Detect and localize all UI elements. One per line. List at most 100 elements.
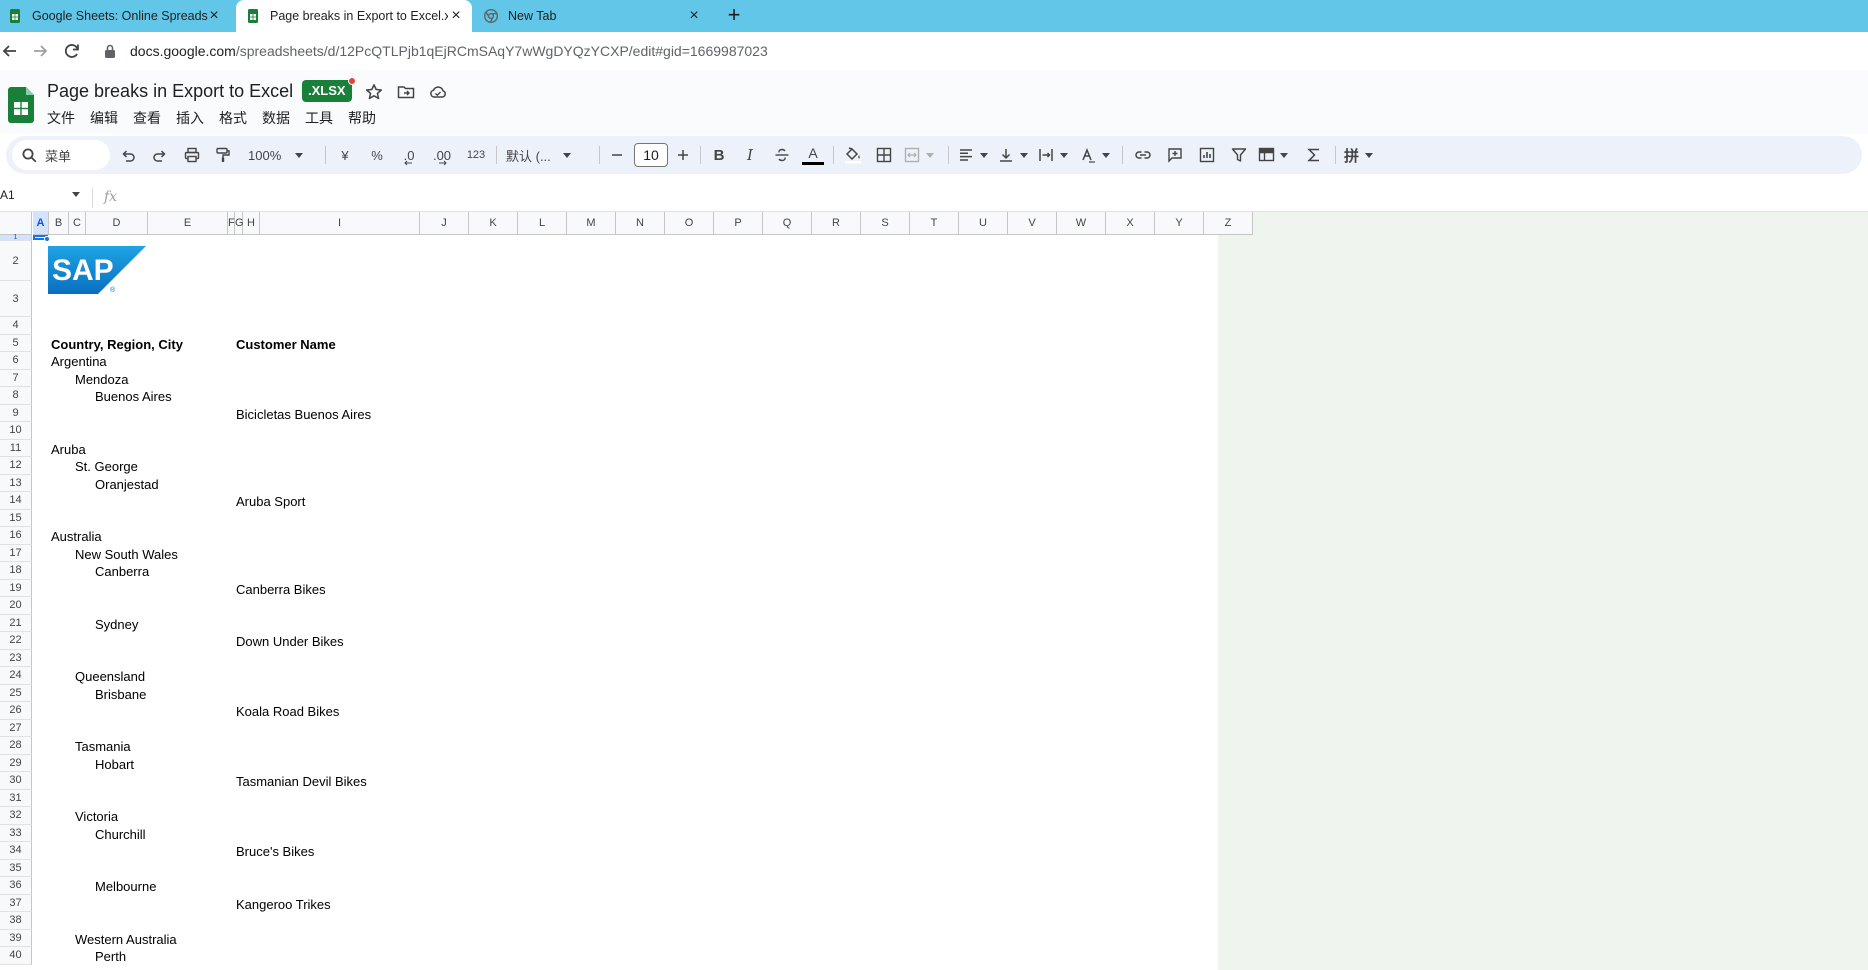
row-header-23[interactable]: 23 xyxy=(0,649,32,667)
row-header-2[interactable]: 2 xyxy=(0,241,32,281)
forward-icon[interactable] xyxy=(30,41,50,61)
currency-button[interactable]: ¥ xyxy=(336,144,354,166)
redo-button[interactable] xyxy=(150,144,170,166)
customer-name-cell[interactable]: Tasmanian Devil Bikes xyxy=(236,774,367,789)
row-header-36[interactable]: 36 xyxy=(0,877,32,895)
row-header-6[interactable]: 6 xyxy=(0,352,32,370)
filter-views-button[interactable] xyxy=(1258,144,1292,166)
spreadsheet-grid[interactable]: ABCDEFGHIJKLMNOPQRSTUVWXYZ 1 2 3 4 5 6 7 8 9 10 11… xyxy=(0,212,1868,970)
header-customer-name[interactable]: Customer Name xyxy=(236,337,336,352)
column-header-g[interactable]: G xyxy=(235,212,244,235)
row-header-8[interactable]: 8 xyxy=(0,387,32,405)
menu-format[interactable]: 格式 xyxy=(219,108,247,128)
menu-tools[interactable]: 工具 xyxy=(305,108,333,128)
column-header-o[interactable]: O xyxy=(665,212,714,235)
undo-button[interactable] xyxy=(118,144,138,166)
column-header-f[interactable]: F xyxy=(228,212,235,235)
country-cell[interactable]: Aruba xyxy=(51,442,86,457)
column-header-a[interactable]: A xyxy=(33,212,49,235)
column-header-d[interactable]: D xyxy=(86,212,148,235)
text-rotation-button[interactable] xyxy=(1080,144,1112,166)
select-all-corner[interactable] xyxy=(0,212,32,235)
city-cell[interactable]: Perth xyxy=(95,949,126,964)
row-header-24[interactable]: 24 xyxy=(0,667,32,685)
site-info-icon[interactable] xyxy=(104,44,116,58)
row-header-33[interactable]: 33 xyxy=(0,824,32,842)
city-cell[interactable]: Sydney xyxy=(95,617,138,632)
row-header-37[interactable]: 37 xyxy=(0,894,32,912)
row-header-14[interactable]: 14 xyxy=(0,492,32,510)
font-size-decrease-button[interactable] xyxy=(608,144,626,166)
name-box[interactable]: A1 xyxy=(0,188,80,202)
region-cell[interactable]: New South Wales xyxy=(75,547,178,562)
column-header-l[interactable]: L xyxy=(518,212,567,235)
column-header-e[interactable]: E xyxy=(148,212,228,235)
row-header-18[interactable]: 18 xyxy=(0,562,32,580)
formula-input[interactable] xyxy=(130,187,1830,209)
cloud-status-icon[interactable] xyxy=(429,83,447,101)
row-header-21[interactable]: 21 xyxy=(0,614,32,632)
increase-decimal-button[interactable]: .00 xyxy=(429,144,455,166)
paint-format-button[interactable] xyxy=(213,144,233,166)
row-header-19[interactable]: 19 xyxy=(0,579,32,597)
fill-color-button[interactable] xyxy=(842,144,864,166)
region-cell[interactable]: Mendoza xyxy=(75,372,128,387)
region-cell[interactable]: Queensland xyxy=(75,669,145,684)
customer-name-cell[interactable]: Canberra Bikes xyxy=(236,582,326,597)
font-select[interactable]: 默认 (... xyxy=(506,144,590,166)
menu-help[interactable]: 帮助 xyxy=(348,108,376,128)
row-header-40[interactable]: 40 xyxy=(0,947,32,965)
row-header-38[interactable]: 38 xyxy=(0,912,32,930)
city-cell[interactable]: Oranjestad xyxy=(95,477,159,492)
functions-button[interactable] xyxy=(1305,144,1323,166)
filter-button[interactable] xyxy=(1229,144,1249,166)
reload-icon[interactable] xyxy=(62,41,82,61)
column-header-w[interactable]: W xyxy=(1057,212,1106,235)
column-header-s[interactable]: S xyxy=(861,212,910,235)
row-header-25[interactable]: 25 xyxy=(0,684,32,702)
row-header-34[interactable]: 34 xyxy=(0,842,32,860)
header-country-region-city[interactable]: Country, Region, City xyxy=(51,337,183,352)
customer-name-cell[interactable]: Aruba Sport xyxy=(236,494,305,509)
document-title[interactable]: Page breaks in Export to Excel xyxy=(47,81,293,102)
menu-search[interactable]: 菜单 xyxy=(12,140,110,170)
column-header-v[interactable]: V xyxy=(1008,212,1057,235)
decrease-decimal-button[interactable]: .0 xyxy=(398,144,420,166)
row-header-17[interactable]: 17 xyxy=(0,544,32,562)
row-header-9[interactable]: 9 xyxy=(0,404,32,422)
customer-name-cell[interactable]: Kangeroo Trikes xyxy=(236,897,331,912)
tab-page-breaks[interactable]: Page breaks in Export to Excel.xls × xyxy=(236,0,472,32)
new-tab-button[interactable]: + xyxy=(722,4,746,28)
close-tab-icon[interactable]: × xyxy=(686,8,702,24)
row-header-5[interactable]: 5 xyxy=(0,334,32,352)
row-header-15[interactable]: 15 xyxy=(0,509,32,527)
row-header-11[interactable]: 11 xyxy=(0,439,32,457)
row-header-32[interactable]: 32 xyxy=(0,807,32,825)
borders-button[interactable] xyxy=(874,144,894,166)
region-cell[interactable]: Victoria xyxy=(75,809,118,824)
row-header-3[interactable]: 3 xyxy=(0,281,32,317)
percent-button[interactable]: % xyxy=(368,144,386,166)
column-header-k[interactable]: K xyxy=(469,212,518,235)
insert-link-button[interactable] xyxy=(1133,144,1153,166)
row-header-4[interactable]: 4 xyxy=(0,317,32,335)
row-header-22[interactable]: 22 xyxy=(0,632,32,650)
column-header-i[interactable]: I xyxy=(260,212,420,235)
row-header-7[interactable]: 7 xyxy=(0,369,32,387)
row-header-12[interactable]: 12 xyxy=(0,457,32,475)
column-header-x[interactable]: X xyxy=(1106,212,1155,235)
close-tab-icon[interactable]: × xyxy=(448,8,464,24)
menu-view[interactable]: 查看 xyxy=(133,108,161,128)
url-field[interactable]: docs.google.com/spreadsheets/d/12PcQTLPj… xyxy=(104,41,768,61)
city-cell[interactable]: Melbourne xyxy=(95,879,156,894)
city-cell[interactable]: Hobart xyxy=(95,757,134,772)
menu-insert[interactable]: 插入 xyxy=(176,108,204,128)
font-size-input[interactable]: 10 xyxy=(634,143,668,167)
column-header-h[interactable]: H xyxy=(243,212,260,235)
vertical-align-button[interactable] xyxy=(998,144,1030,166)
strikethrough-button[interactable] xyxy=(772,144,792,166)
region-cell[interactable]: Tasmania xyxy=(75,739,131,754)
sheets-home-icon[interactable] xyxy=(8,87,34,123)
insert-chart-button[interactable] xyxy=(1197,144,1217,166)
input-tools-button[interactable]: 拼 xyxy=(1344,144,1380,166)
